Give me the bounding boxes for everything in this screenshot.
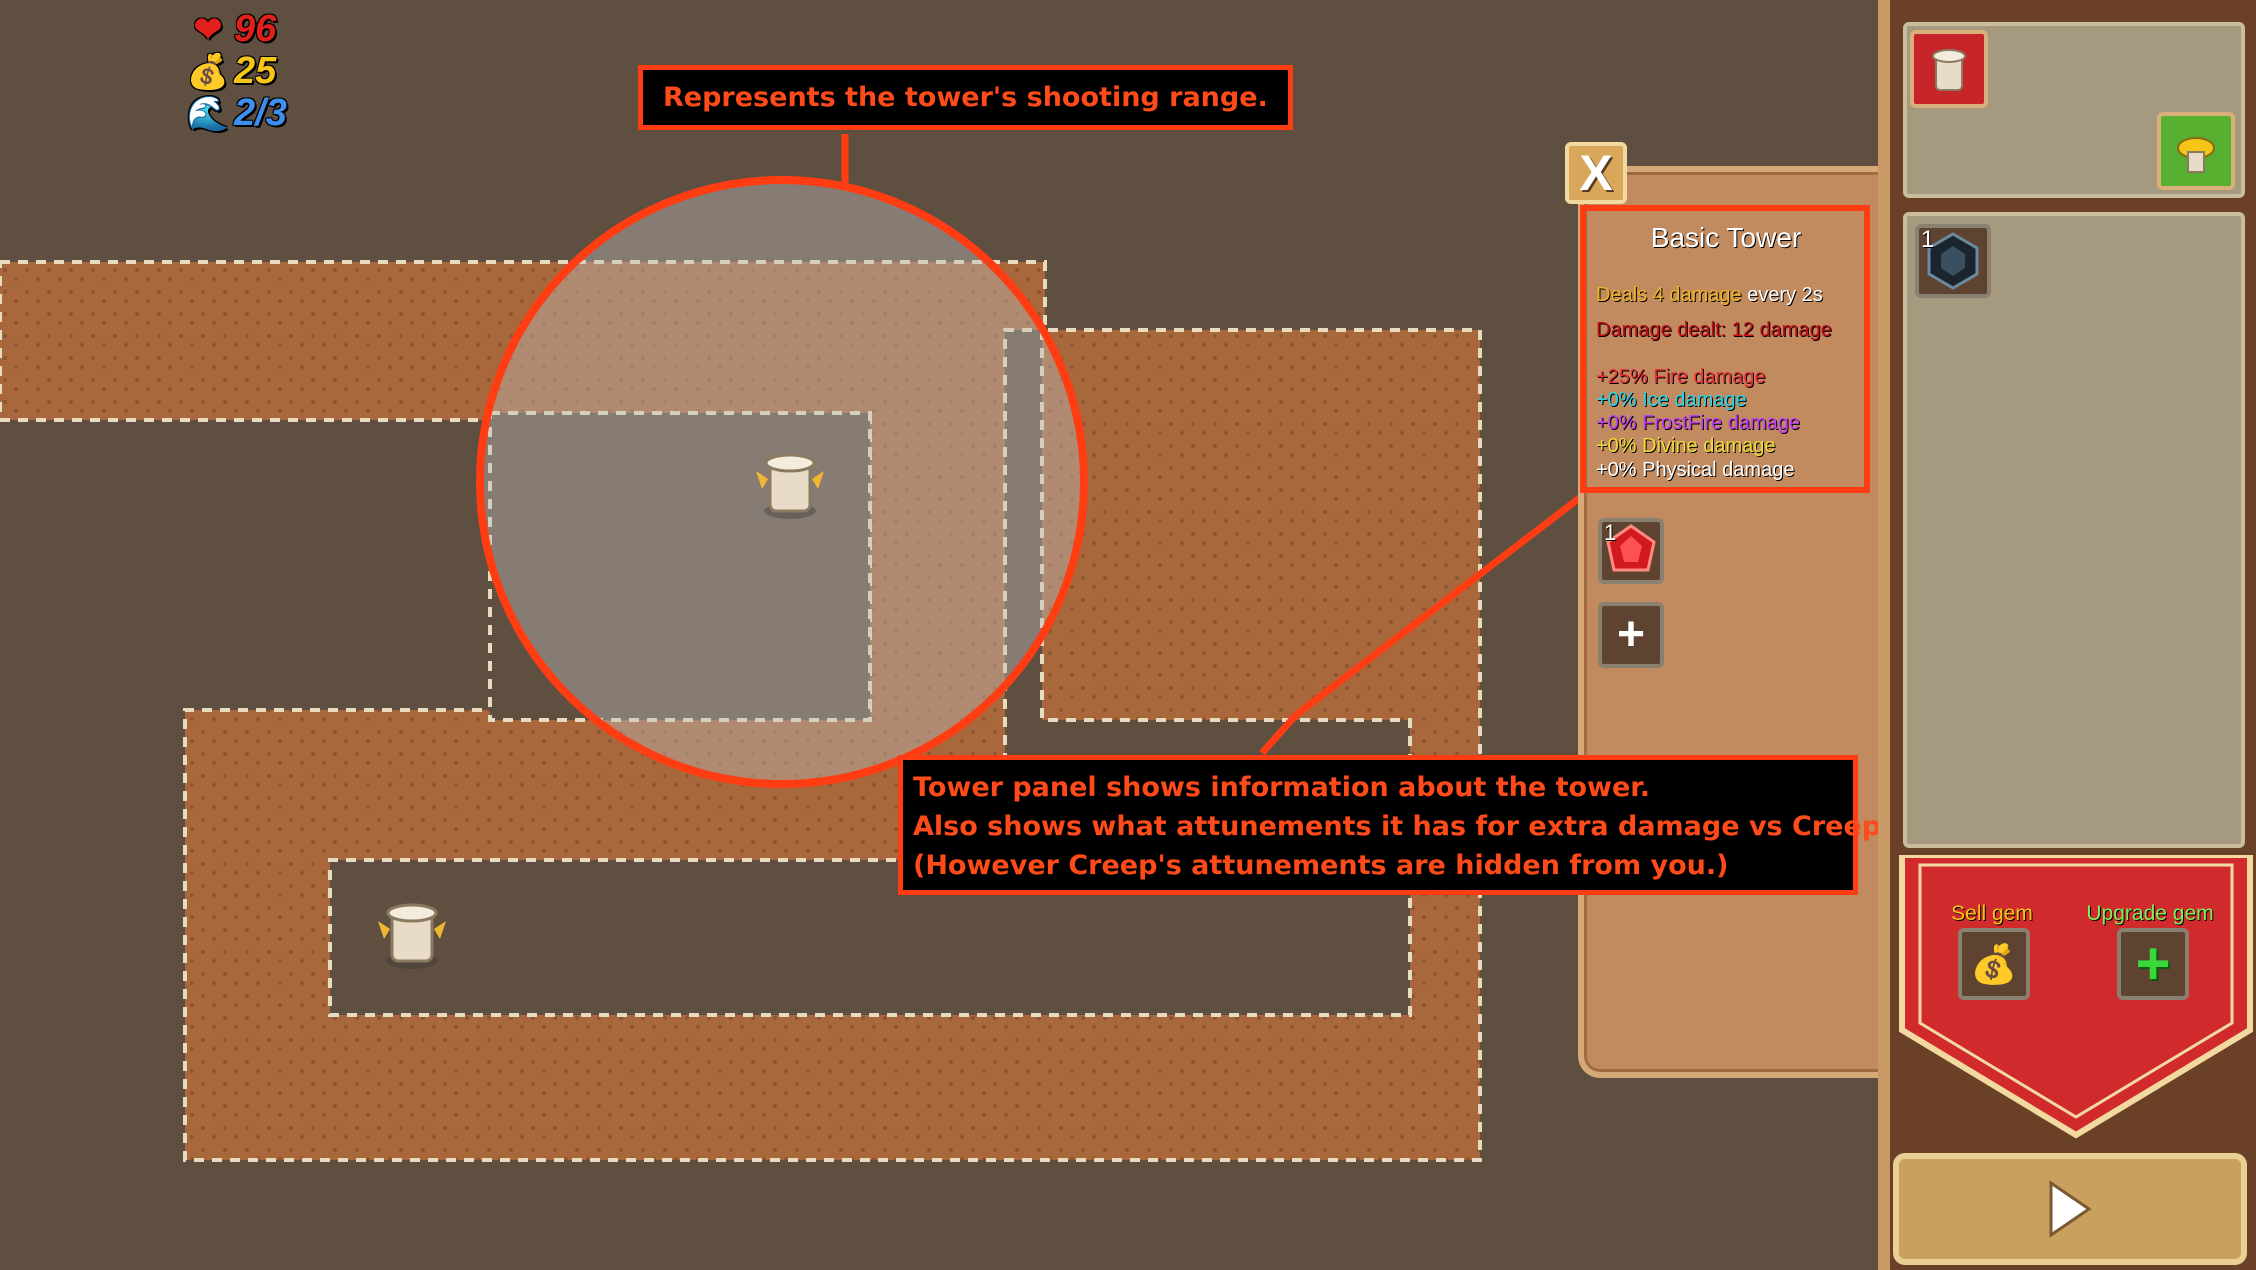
range-callout: Represents the tower's shooting range. [638, 65, 1293, 130]
tower-icon [1932, 49, 1966, 91]
damage-dealt: Damage dealt: 12 damage [1596, 319, 1832, 341]
gem-level: 1 [1921, 226, 1935, 253]
damage-per-shot: Deals 4 damage every 2s [1596, 284, 1823, 307]
shop-upgrade-tower[interactable] [2157, 112, 2235, 190]
tower-title: Basic Tower [1650, 222, 1802, 253]
money-bag-icon: 💰 [186, 52, 230, 91]
tower-panel-callout: Tower panel shows information about the … [898, 755, 1908, 895]
callout-line-1: Tower panel shows information about the … [913, 772, 1651, 803]
deals-damage-text: Deals 4 damage [1596, 284, 1742, 306]
attunement-divine: +0% Divine damage [1596, 435, 1776, 457]
upgrade-gem-button[interactable]: + [2117, 928, 2189, 1000]
close-icon: X [1579, 145, 1613, 201]
wave-value: 2/3 [234, 92, 287, 134]
gold-tower-icon [2177, 137, 2215, 173]
gold-value: 25 [234, 50, 277, 92]
lives-display: ❤ 96 [188, 8, 277, 51]
callout-line-3: (However Creep's attunements are hidden … [913, 850, 1729, 881]
wave-icon: 🌊 [186, 94, 230, 133]
gold-display: 💰 25 [186, 50, 277, 93]
play-icon [2049, 1180, 2092, 1238]
shop-basic-tower[interactable] [1910, 30, 1988, 108]
gem-level: 1 [1604, 520, 1617, 545]
range-callout-text: Represents the tower's shooting range. [663, 82, 1268, 113]
close-panel-button[interactable]: X [1565, 142, 1627, 204]
plus-icon: + [2135, 930, 2171, 997]
attunement-physical: +0% Physical damage [1596, 459, 1795, 481]
attunement-ice: +0% Ice damage [1596, 389, 1747, 411]
gem-inventory [1903, 212, 2245, 848]
sell-gem-button[interactable]: 💰 [1958, 928, 2030, 1000]
lives-value: 96 [234, 8, 277, 50]
callout-line-2: Also shows what attunements it has for e… [913, 811, 1908, 842]
gem-actions-banner [1899, 855, 2253, 1139]
money-bag-icon: 💰 [1970, 941, 2018, 986]
upgrade-gem-label: Upgrade gem [2086, 902, 2214, 925]
sell-gem-label: Sell gem [1951, 902, 2033, 925]
attack-interval-text: every 2s [1747, 284, 1823, 306]
inventory-gem-slot[interactable]: 1 [1915, 224, 1991, 298]
attunement-frostfire: +0% FrostFire damage [1596, 412, 1800, 434]
attunement-fire: +25% Fire damage [1596, 366, 1766, 388]
plus-icon: + [1616, 608, 1646, 661]
heart-icon: ❤ [193, 10, 223, 49]
sidebar-divider [1878, 0, 1890, 1270]
tower-gem-slot[interactable]: 1 [1598, 518, 1664, 584]
wave-display: 🌊 2/3 [186, 92, 287, 135]
add-gem-button[interactable]: + [1598, 602, 1664, 668]
start-wave-button[interactable] [1893, 1153, 2247, 1265]
